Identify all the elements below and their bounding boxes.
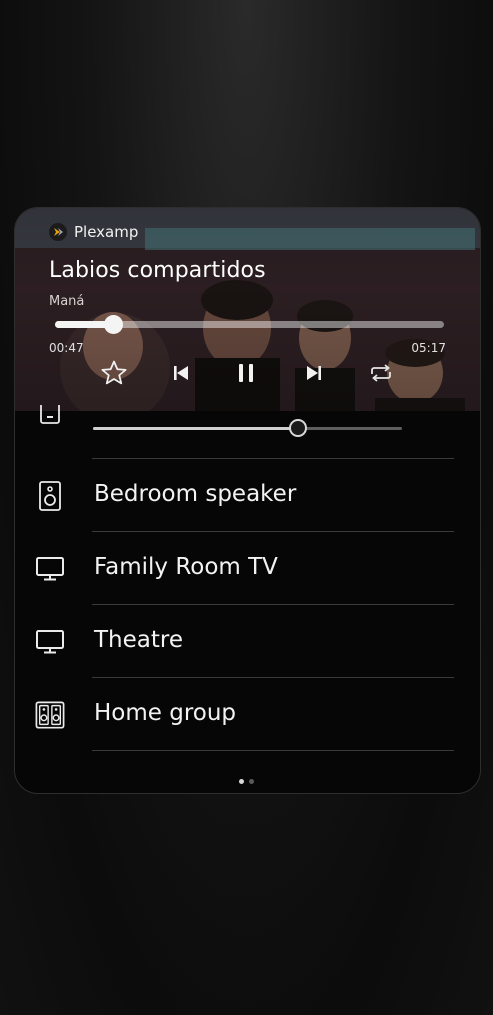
elapsed-time: 00:47 — [49, 341, 84, 355]
repeat-icon[interactable] — [364, 356, 398, 390]
track-title: Labios compartidos — [49, 258, 266, 283]
track-artist: Maná — [49, 294, 85, 309]
media-player-card[interactable]: Plexamp Labios compartidos Maná 00:47 05… — [15, 208, 480, 411]
skip-previous-icon[interactable] — [164, 356, 198, 390]
page-dot[interactable] — [249, 779, 254, 784]
page-dot[interactable] — [239, 779, 244, 784]
app-name: Plexamp — [74, 223, 139, 241]
tv-icon — [35, 627, 65, 657]
plexamp-logo-icon — [49, 223, 67, 241]
divider — [92, 677, 454, 678]
pause-icon[interactable] — [229, 356, 263, 390]
volume-slider-level — [93, 427, 297, 430]
seek-bar-thumb[interactable] — [103, 315, 123, 334]
divider — [92, 604, 454, 605]
seek-bar[interactable] — [55, 315, 444, 334]
divider — [92, 458, 454, 459]
speaker-group-icon — [35, 700, 65, 730]
phone-speaker-icon — [35, 405, 65, 425]
divider — [92, 750, 454, 751]
divider — [92, 531, 454, 532]
volume-slider-thumb[interactable] — [288, 419, 307, 437]
page-indicator — [239, 779, 254, 784]
app-header: Plexamp — [49, 223, 138, 241]
volume-slider[interactable] — [93, 419, 402, 437]
device-label: Home group — [94, 700, 237, 726]
star-icon[interactable] — [97, 356, 131, 390]
tv-icon — [35, 554, 65, 584]
device-label: Bedroom speaker — [94, 481, 297, 507]
output-device-list — [15, 405, 480, 793]
skip-next-icon[interactable] — [297, 356, 331, 390]
media-output-panel: Plexamp Labios compartidos Maná 00:47 05… — [14, 207, 481, 794]
total-duration: 05:17 — [411, 341, 446, 355]
speaker-icon — [35, 481, 65, 511]
device-label: Theatre — [94, 627, 183, 653]
device-label: Family Room TV — [94, 554, 278, 580]
